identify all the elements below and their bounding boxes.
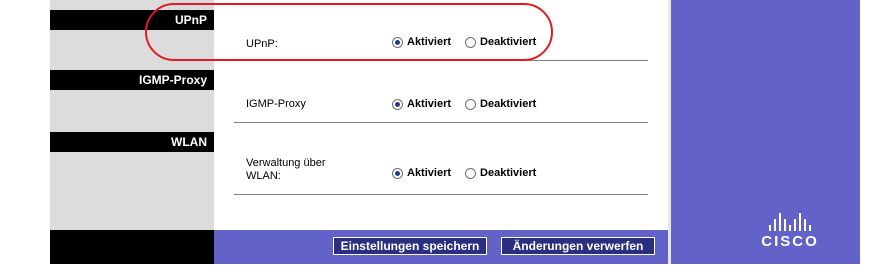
right-panel: CISCO [668, 0, 860, 264]
upnp-radio-group: Aktiviert Deaktiviert [392, 36, 550, 48]
upnp-enabled-label[interactable]: Aktiviert [407, 36, 451, 48]
section-header-igmp-proxy: IGMP-Proxy [50, 70, 214, 90]
igmp-disabled-radio[interactable] [465, 98, 477, 110]
upnp-label: UPnP: [246, 38, 278, 50]
wlan-disabled-label[interactable]: Deaktiviert [480, 167, 536, 179]
wlan-disabled-radio[interactable] [465, 167, 477, 179]
save-settings-button[interactable]: Einstellungen speichern [333, 237, 487, 255]
settings-content: UPnP: Aktiviert Deaktiviert IGMP-Proxy A… [214, 0, 668, 264]
upnp-disabled-label[interactable]: Deaktiviert [480, 36, 536, 48]
upnp-disabled-radio[interactable] [465, 36, 477, 48]
upnp-row: UPnP: Aktiviert Deaktiviert [234, 0, 648, 61]
section-header-upnp: UPnP [50, 10, 214, 30]
igmp-proxy-row: IGMP-Proxy Aktiviert Deaktiviert [234, 60, 648, 123]
wlan-enabled-radio[interactable] [392, 167, 403, 179]
cisco-bars-icon [750, 213, 830, 231]
cisco-logo-text: CISCO [761, 233, 819, 250]
left-column: UPnP IGMP-Proxy WLAN [50, 0, 214, 264]
igmp-enabled-radio[interactable] [392, 98, 403, 110]
wlan-row: Verwaltung über WLAN: Aktiviert Deaktivi… [234, 122, 648, 195]
wlan-radio-group: Aktiviert Deaktiviert [392, 167, 550, 179]
section-header-wlan: WLAN [50, 132, 214, 152]
igmp-proxy-label: IGMP-Proxy [246, 98, 306, 110]
igmp-disabled-label[interactable]: Deaktiviert [480, 98, 536, 110]
wlan-management-label: Verwaltung über WLAN: [246, 157, 326, 182]
left-footer [50, 230, 214, 264]
upnp-enabled-radio[interactable] [392, 36, 403, 48]
igmp-enabled-label[interactable]: Aktiviert [407, 98, 451, 110]
wlan-enabled-label[interactable]: Aktiviert [407, 167, 451, 179]
cisco-logo: CISCO [750, 213, 830, 250]
footer-bar: Einstellungen speichern Änderungen verwe… [214, 230, 668, 264]
igmp-proxy-radio-group: Aktiviert Deaktiviert [392, 98, 550, 110]
discard-changes-button[interactable]: Änderungen verwerfen [501, 237, 655, 255]
